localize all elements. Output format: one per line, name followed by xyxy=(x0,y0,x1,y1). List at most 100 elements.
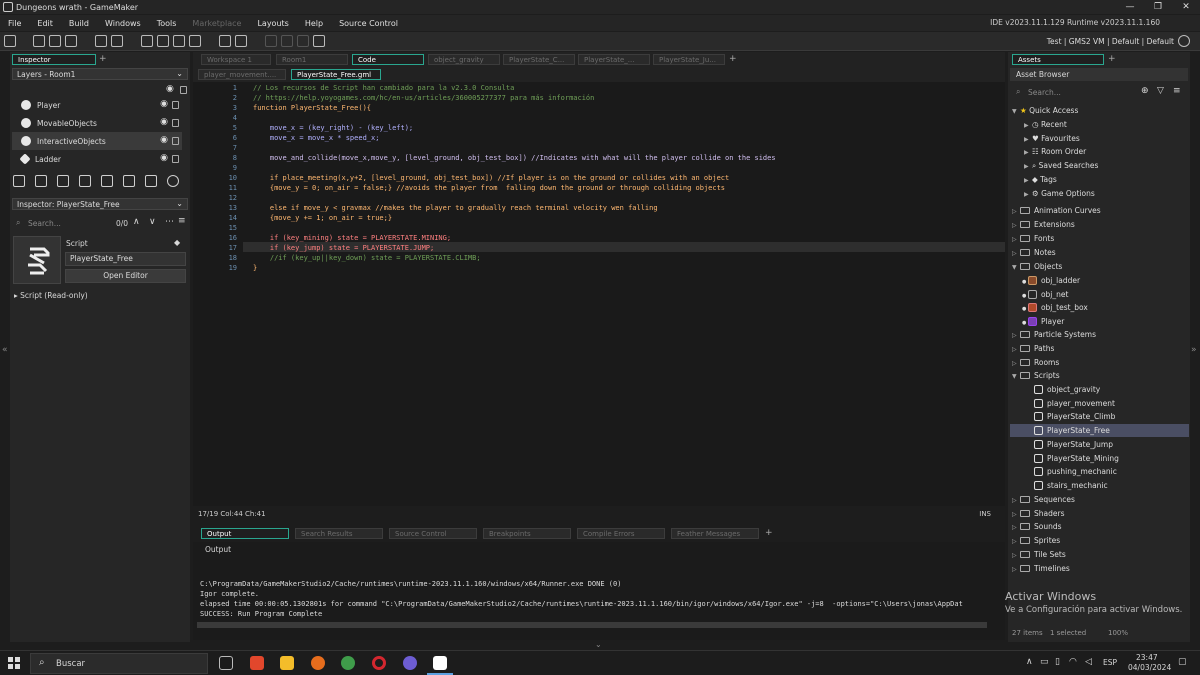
folder-objects[interactable]: ▼ Objects xyxy=(1012,262,1062,271)
folder-sprites[interactable]: ▷ Sprites xyxy=(1012,536,1060,545)
tab-source-control[interactable]: Source Control xyxy=(389,528,477,539)
tag-icon[interactable]: ◆ xyxy=(174,238,180,247)
asset-obj-test-box[interactable]: ● obj_test_box xyxy=(1022,303,1088,312)
add-background-layer-icon[interactable] xyxy=(13,175,25,187)
folder-tile-sets[interactable]: ▷ Tile Sets xyxy=(1012,550,1066,559)
add-output-tab-icon[interactable]: + xyxy=(765,528,773,538)
maximize-button[interactable]: ❐ xyxy=(1144,0,1172,14)
collapse-left-icon[interactable]: « xyxy=(2,345,8,355)
folder-particle-systems[interactable]: ▷ Particle Systems xyxy=(1012,330,1096,339)
quick-item-tags[interactable]: ▶ ◆ Tags xyxy=(1024,175,1057,184)
zoom-in-icon[interactable] xyxy=(265,35,277,47)
fit-icon[interactable] xyxy=(313,35,325,47)
tab-code[interactable]: Code xyxy=(352,54,424,65)
wifi-icon[interactable]: ◠ xyxy=(1069,657,1077,667)
volume-icon[interactable]: ◁ xyxy=(1085,657,1092,667)
notification-icon[interactable]: ▢ xyxy=(1178,657,1187,667)
clean-icon[interactable] xyxy=(189,35,201,47)
debug-icon[interactable] xyxy=(141,35,153,47)
eye-icon[interactable]: ◉ xyxy=(160,117,168,127)
collapse-right-icon[interactable]: » xyxy=(1191,345,1197,355)
lock-icon[interactable] xyxy=(172,137,179,145)
add-instance-layer-icon[interactable] xyxy=(35,175,47,187)
network-drive-icon[interactable]: ▭ xyxy=(1040,657,1049,667)
menu-icon[interactable]: ≡ xyxy=(1173,86,1181,96)
menu-file[interactable]: File xyxy=(0,19,29,28)
add-path-layer-icon[interactable] xyxy=(79,175,91,187)
menu-help[interactable]: Help xyxy=(297,19,331,28)
lock-icon[interactable] xyxy=(172,119,179,127)
open-editor-button[interactable]: Open Editor xyxy=(65,269,186,283)
options-icon[interactable]: ⋯ xyxy=(165,217,174,227)
eye-icon[interactable]: ◉ xyxy=(160,99,168,109)
tab-playerstate-climb[interactable]: PlayerState_C... xyxy=(503,54,575,65)
folder-timelines[interactable]: ▷ Timelines xyxy=(1012,564,1070,573)
delete-layer-icon[interactable] xyxy=(167,175,179,187)
folder-animation-curves[interactable]: ▷ Animation Curves xyxy=(1012,206,1101,215)
firefox-icon[interactable] xyxy=(311,656,325,670)
filter-icon[interactable]: ▽ xyxy=(1157,86,1164,96)
close-button[interactable]: ✕ xyxy=(1172,0,1200,14)
windows-start-icon[interactable] xyxy=(8,657,20,669)
stop-icon[interactable] xyxy=(173,35,185,47)
language-indicator[interactable]: ESP xyxy=(1103,658,1117,667)
asset-zoom[interactable]: 100% xyxy=(1108,629,1128,637)
save-project-icon[interactable] xyxy=(65,35,77,47)
lock-icon[interactable] xyxy=(172,101,179,109)
eye-icon[interactable]: ◉ xyxy=(160,135,168,145)
quick-item-game-options[interactable]: ▶ ⚙ Game Options xyxy=(1024,189,1095,198)
folder-notes[interactable]: ▷ Notes xyxy=(1012,248,1056,257)
tab-assets[interactable]: Assets xyxy=(1012,54,1104,65)
minimize-button[interactable]: — xyxy=(1116,0,1144,14)
menu-icon[interactable]: ≡ xyxy=(178,216,186,226)
tab-compile-errors[interactable]: Compile Errors xyxy=(577,528,665,539)
run-icon[interactable] xyxy=(157,35,169,47)
next-result-icon[interactable]: ∨ xyxy=(149,217,156,227)
clock-time[interactable]: 23:47 xyxy=(1136,653,1158,662)
asset-script-playerstate-jump[interactable]: PlayerState_Jump xyxy=(1034,440,1113,449)
battery-icon[interactable]: ▯ xyxy=(1055,657,1060,667)
script-name-field[interactable]: PlayerState_Free xyxy=(65,252,186,266)
folder-fonts[interactable]: ▷ Fonts xyxy=(1012,234,1054,243)
tab-output[interactable]: Output xyxy=(201,528,289,539)
tab-search-results[interactable]: Search Results xyxy=(295,528,383,539)
wps-office-icon[interactable] xyxy=(250,656,264,670)
menu-windows[interactable]: Windows xyxy=(97,19,149,28)
menu-edit[interactable]: Edit xyxy=(29,19,61,28)
export-icon[interactable] xyxy=(95,35,107,47)
quick-item-room-order[interactable]: ▶ ☷ Room Order xyxy=(1024,147,1086,156)
output-scrollbar[interactable] xyxy=(197,622,987,628)
inspector-search-input[interactable]: Search... xyxy=(28,219,61,228)
menu-tools[interactable]: Tools xyxy=(149,19,185,28)
layer-item-player[interactable]: Player ◉ xyxy=(12,96,182,114)
target-gear-icon[interactable] xyxy=(1178,35,1190,47)
asset-script-playerstate-climb[interactable]: PlayerState_Climb xyxy=(1034,412,1115,421)
menu-marketplace[interactable]: Marketplace xyxy=(184,19,249,28)
asset-script-playerstate-mining[interactable]: PlayerState_Mining xyxy=(1034,454,1119,463)
layer-item-interactiveobjects[interactable]: InteractiveObjects ◉ xyxy=(12,132,182,150)
layer-item-movableobjects[interactable]: MovableObjects ◉ xyxy=(12,114,182,132)
folder-extensions[interactable]: ▷ Extensions xyxy=(1012,220,1075,229)
import-icon[interactable] xyxy=(111,35,123,47)
chevron-up-icon[interactable]: ∧ xyxy=(1026,657,1033,667)
add-effect-layer-icon[interactable] xyxy=(123,175,135,187)
previous-result-icon[interactable]: ∧ xyxy=(133,217,140,227)
add-tile-layer-icon[interactable] xyxy=(57,175,69,187)
asset-player[interactable]: ● Player xyxy=(1022,317,1064,326)
open-project-icon[interactable] xyxy=(49,35,61,47)
taskbar-search-box[interactable]: ⌕ Buscar xyxy=(30,653,208,674)
new-project-icon[interactable] xyxy=(33,35,45,47)
folder-paths[interactable]: ▷ Paths xyxy=(1012,344,1054,353)
menu-build[interactable]: Build xyxy=(61,19,97,28)
tab-object-gravity[interactable]: object_gravity xyxy=(428,54,500,65)
file-tab-player-movement[interactable]: player_movement.... xyxy=(198,69,286,80)
home-icon[interactable] xyxy=(4,35,16,47)
asset-obj-net[interactable]: ● obj_net xyxy=(1022,290,1068,299)
quick-item-saved-searches[interactable]: ▶ ⌕ Saved Searches xyxy=(1024,161,1098,171)
add-asset-layer-icon[interactable] xyxy=(101,175,113,187)
output-panel[interactable]: Output C:\ProgramData/GameMakerStudio2/C… xyxy=(193,542,1005,640)
layers-dropdown[interactable]: Layers - Room1 ⌄ xyxy=(12,68,188,80)
folder-rooms[interactable]: ▷ Rooms xyxy=(1012,358,1059,367)
file-tab-playerstate-free[interactable]: PlayerState_Free.gml xyxy=(291,69,381,80)
asset-script-pushing-mechanic[interactable]: pushing_mechanic xyxy=(1034,467,1117,476)
